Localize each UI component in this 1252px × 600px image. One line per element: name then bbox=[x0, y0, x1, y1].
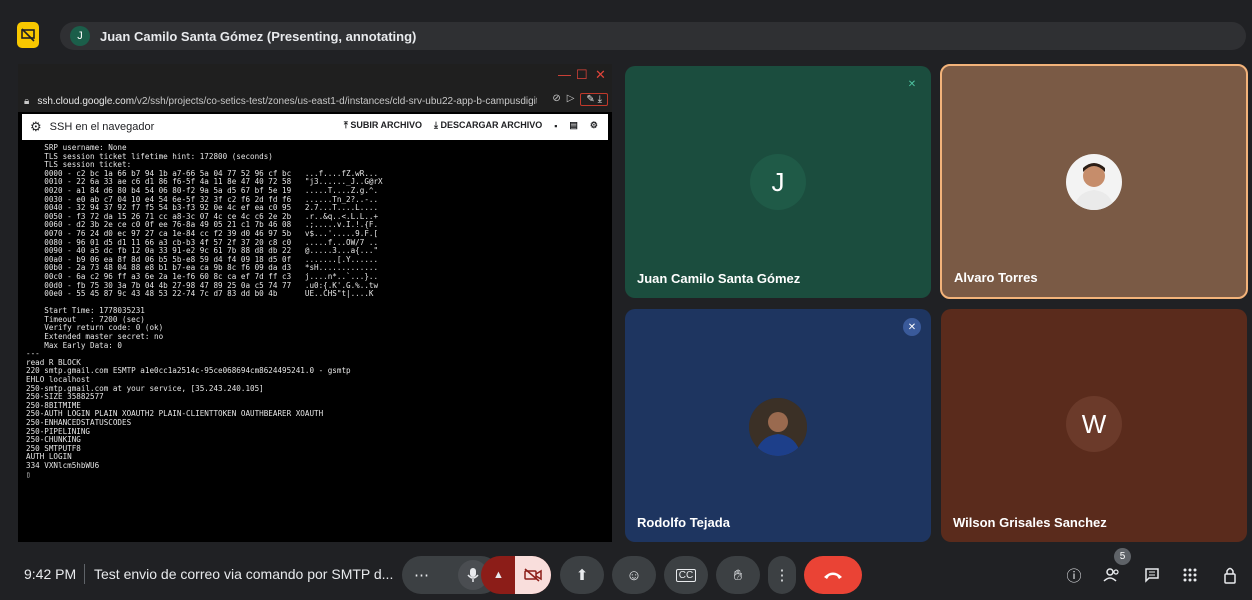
emoji-icon: ☺ bbox=[626, 566, 642, 584]
camera-off-icon[interactable] bbox=[515, 556, 551, 594]
participant-name: Rodolfo Tejada bbox=[637, 515, 730, 530]
terminal-output[interactable]: SRP username: None TLS session ticket li… bbox=[22, 140, 608, 538]
terminal-line: 220 smtp.gmail.com ESMTP a1e0cc1a2514c-9… bbox=[26, 366, 351, 376]
more-audio-options-icon[interactable]: ⋯ bbox=[414, 566, 429, 584]
participant-tile-rodolfo[interactable]: ✕ Rodolfo Tejada bbox=[625, 309, 931, 542]
captions-button[interactable]: CC bbox=[664, 556, 708, 594]
participant-photo bbox=[749, 398, 807, 456]
participant-name: Wilson Grisales Sanchez bbox=[953, 515, 1107, 530]
present-screen-button[interactable]: ⬆︎ bbox=[560, 556, 604, 594]
hand-icon: ✋︎ bbox=[733, 566, 743, 584]
terminal-line: 250-CHUNKING bbox=[26, 435, 81, 445]
terminal-line: 334 VXNlcm5hbWU6 bbox=[26, 460, 100, 470]
more-vert-icon: ⋮ bbox=[774, 567, 790, 584]
settings-gear-icon[interactable]: ⚙ bbox=[590, 120, 598, 131]
upload-file-button[interactable]: ⤒ SUBIR ARCHIVO bbox=[344, 120, 422, 131]
extension-download-icon[interactable]: ✎ ⤓ bbox=[580, 93, 608, 106]
divider bbox=[84, 564, 85, 584]
participant-tile-juan[interactable]: J ✕ Juan Camilo Santa Gómez bbox=[625, 66, 931, 298]
screen-share: — ☐ ✕ 🔒︎ ssh.cloud.google.com/v2/ssh/pro… bbox=[18, 64, 612, 542]
chevron-up-icon[interactable]: ▲ bbox=[493, 569, 504, 581]
chat-icon[interactable] bbox=[1140, 563, 1164, 587]
camera-control: ▲ bbox=[481, 556, 551, 594]
participant-avatar: J bbox=[750, 154, 806, 210]
presenter-label: Juan Camilo Santa Gómez (Presenting, ann… bbox=[100, 28, 417, 44]
terminal-line: 250 SMTPUTF8 bbox=[26, 443, 81, 453]
minimize-icon[interactable]: — bbox=[558, 67, 571, 82]
meeting-title: Test envio de correo via comando por SMT… bbox=[94, 566, 394, 582]
terminal-line: 250-SIZE 35882577 bbox=[26, 392, 104, 402]
browser-titlebar: — ☐ ✕ bbox=[18, 64, 612, 90]
host-controls-icon[interactable] bbox=[1218, 563, 1242, 587]
people-icon[interactable] bbox=[1100, 563, 1124, 587]
terminal-line: AUTH LOGIN bbox=[26, 452, 72, 462]
terminal-line: 250-smtp.gmail.com at your service, [35.… bbox=[26, 383, 264, 393]
mic-off-icon: ✕ bbox=[907, 78, 917, 90]
ssh-toolbar: ⚙︎ SSH en el navegador ⤒ SUBIR ARCHIVO ⤓… bbox=[22, 114, 608, 140]
ssh-title: SSH en el navegador bbox=[49, 121, 155, 133]
present-screen-icon: ⬆︎ bbox=[575, 567, 589, 584]
reactions-button[interactable]: ☺ bbox=[612, 556, 656, 594]
people-count-badge: 5 bbox=[1114, 548, 1131, 565]
participant-tile-wilson[interactable]: W Wilson Grisales Sanchez bbox=[941, 309, 1247, 542]
more-options-button[interactable]: ⋮ bbox=[768, 556, 796, 594]
camera-blocked-icon[interactable]: ⊘ bbox=[552, 93, 560, 106]
participant-name: Juan Camilo Santa Gómez bbox=[637, 271, 801, 286]
lock-icon: 🔒︎ bbox=[24, 95, 30, 107]
participant-avatar: W bbox=[1066, 396, 1122, 452]
close-icon[interactable]: ✕ bbox=[595, 67, 606, 83]
terminal-line: Max Early Data: 0 bbox=[26, 340, 123, 350]
url-text: ssh.cloud.google.com/v2/ssh/projects/co-… bbox=[37, 95, 538, 107]
terminal-line: --- bbox=[26, 349, 40, 359]
terminal-line: 250-ENHANCEDSTATUSCODES bbox=[26, 418, 132, 427]
mic-off-icon: ✕ bbox=[903, 318, 921, 336]
terminal-line: 00e0 - 55 45 87 9c 43 48 53 22-74 7c d7 … bbox=[26, 289, 374, 299]
meeting-info-icon[interactable]: ⓘ bbox=[1062, 563, 1086, 587]
participant-name: Alvaro Torres bbox=[954, 270, 1038, 285]
captions-icon: CC bbox=[675, 568, 697, 582]
feedback-icon[interactable]: ▪ bbox=[554, 121, 557, 131]
activities-icon[interactable] bbox=[1178, 563, 1202, 587]
keyboard-icon[interactable]: ▤ bbox=[569, 120, 578, 131]
chip-icon: ⚙︎ bbox=[30, 119, 42, 134]
terminal-line: ▯ bbox=[26, 469, 31, 479]
presenter-banner: J Juan Camilo Santa Gómez (Presenting, a… bbox=[60, 22, 1246, 50]
top-bar: J Juan Camilo Santa Gómez (Presenting, a… bbox=[0, 0, 1252, 70]
presenter-avatar: J bbox=[70, 26, 90, 46]
terminal-line: 250-PIPELINING bbox=[26, 426, 91, 436]
bottom-bar: 9:42 PM Test envio de correo via comando… bbox=[0, 548, 1252, 600]
raise-hand-button[interactable]: ✋︎ bbox=[716, 556, 760, 594]
maximize-icon[interactable]: ☐ bbox=[576, 67, 588, 83]
clock: 9:42 PM bbox=[24, 566, 77, 582]
participant-tile-alvaro[interactable]: Alvaro Torres bbox=[940, 64, 1248, 299]
download-file-button[interactable]: ⤓ DESCARGAR ARCHIVO bbox=[434, 120, 542, 131]
participant-photo bbox=[1066, 154, 1122, 210]
presentation-icon[interactable] bbox=[17, 22, 39, 48]
end-call-icon bbox=[824, 572, 842, 579]
address-bar[interactable]: 🔒︎ ssh.cloud.google.com/v2/ssh/projects/… bbox=[18, 90, 612, 112]
leave-call-button[interactable] bbox=[804, 556, 862, 594]
send-icon[interactable]: ▷ bbox=[567, 93, 575, 106]
